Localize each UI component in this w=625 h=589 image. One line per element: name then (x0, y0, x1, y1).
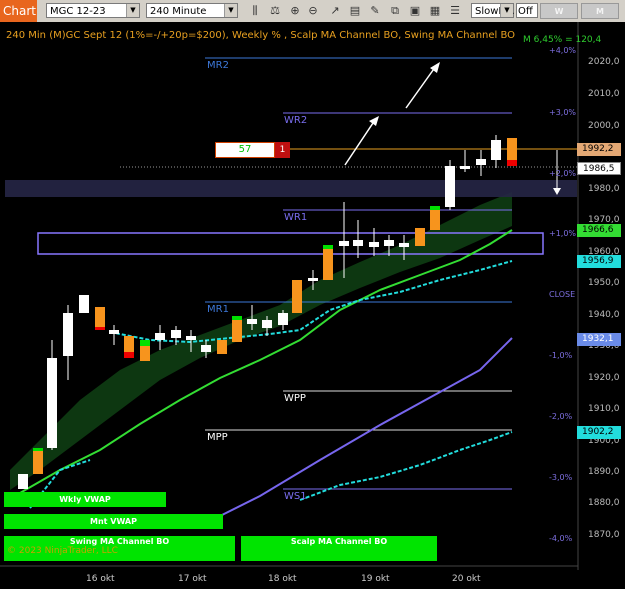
date-tick: 18 okt (268, 574, 297, 584)
pct-tick: +3,0% (549, 108, 577, 117)
price-tick: 1950,0 (588, 278, 620, 288)
ask-price-tag: 1992,2 (577, 143, 621, 156)
zone-band (5, 180, 577, 197)
wr1-label: WR1 (284, 212, 308, 223)
pct-tick: +4,0% (549, 46, 577, 55)
scalp-ma-tag: 1966,6 (577, 224, 621, 237)
arrow-up-icon (405, 65, 437, 109)
pct-tick: -3,0% (549, 473, 573, 482)
pct-tick: -4,0% (549, 534, 573, 543)
mpp-label: MPP (207, 432, 228, 443)
vwap-upper-tag: 1956,9 (577, 255, 621, 268)
price-tick: 1870,0 (588, 530, 620, 540)
mfe-readout: M 6,45% = 120,4 (523, 35, 602, 45)
scalp-ma-box[interactable]: Scalp MA Channel BO (241, 536, 437, 561)
price-tick: 1890,0 (588, 467, 620, 477)
price-tick: 1910,0 (588, 404, 620, 414)
order-quantity-field[interactable]: 57 (215, 142, 275, 158)
pct-tick: +1,0% (549, 229, 577, 238)
arrow-up-icon (344, 119, 376, 166)
mr2-label: MR2 (207, 60, 229, 71)
price-tick: 1980,0 (588, 184, 620, 194)
wpp-label: WPP (284, 393, 306, 404)
pct-tick: -2,0% (549, 412, 573, 421)
swing-ma-line (19, 229, 513, 494)
price-tick: 2000,0 (588, 121, 620, 131)
wr2-label: WR2 (284, 115, 308, 126)
pct-tick: -1,0% (549, 351, 573, 360)
price-tick: 1880,0 (588, 498, 620, 508)
wkly-vwap-box[interactable]: Wkly VWAP (4, 492, 166, 507)
last-price-tag: 1986,5 (577, 162, 621, 175)
price-tick: 1940,0 (588, 310, 620, 320)
price-tick: 2020,0 (588, 57, 620, 67)
pct-tick: CLOSE (549, 290, 576, 299)
mnt-vwap-box[interactable]: Mnt VWAP (4, 514, 223, 529)
order-count-badge[interactable]: 1 (275, 142, 290, 158)
date-tick: 16 okt (86, 574, 115, 584)
price-tick: 1920,0 (588, 373, 620, 383)
copyright-text: © 2023 NinjaTrader, LLC (7, 546, 118, 556)
swing-ma-channel (10, 192, 512, 490)
date-tick: 17 okt (178, 574, 207, 584)
vwap-weekly-line (299, 431, 513, 501)
price-tick: 2010,0 (588, 89, 620, 99)
ws1-label: WS1 (284, 491, 307, 502)
mr1-label: MR1 (207, 304, 229, 315)
date-tick: 20 okt (452, 574, 481, 584)
date-tick: 19 okt (361, 574, 390, 584)
pct-tick: +2,0% (549, 169, 577, 178)
swing-ma-tag: 1932,1 (577, 333, 621, 346)
chart-title: 240 Min (M)GC Sept 12 (1%=-/+20p=$200), … (6, 30, 516, 41)
vwap-lower-tag: 1902,2 (577, 426, 621, 439)
